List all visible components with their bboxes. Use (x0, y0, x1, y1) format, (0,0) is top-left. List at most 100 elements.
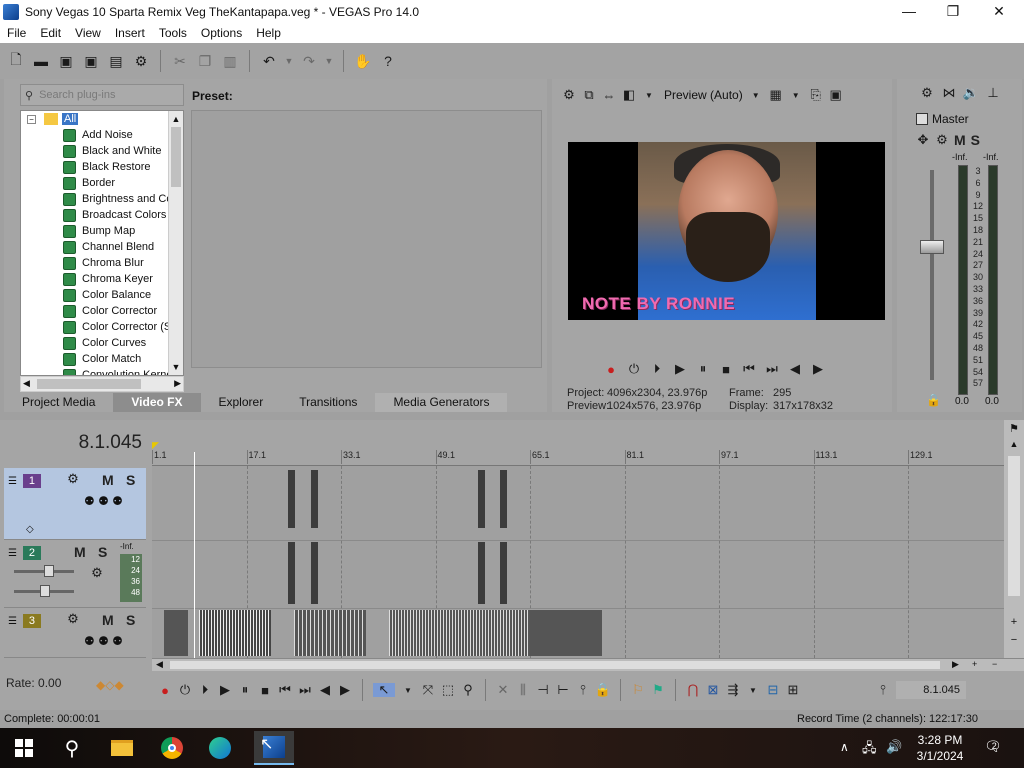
play-icon[interactable]: ▶ (218, 682, 232, 697)
track-header-1[interactable]: ☰ 1 ⚙ M S ⚉ ⚉ ⚉ ◇ (4, 468, 146, 540)
audio-clip[interactable] (478, 542, 485, 604)
envelope-tool-icon[interactable]: ⤧ (421, 682, 435, 697)
vscroll-thumb[interactable] (1008, 456, 1020, 596)
tab-transitions[interactable]: Transitions (281, 393, 375, 412)
master-solo-button[interactable]: S (971, 132, 980, 148)
zoom-in-icon[interactable]: + (1004, 616, 1024, 628)
playhead-cursor[interactable] (194, 452, 195, 658)
cursor-timecode[interactable]: 8.1.045 (10, 432, 142, 454)
hscroll-thumb[interactable] (37, 379, 141, 389)
split-icon[interactable]: ⫯ (576, 682, 590, 697)
tab-video-fx[interactable]: Video FX (113, 393, 201, 412)
loop-icon[interactable]: ⏻ (627, 361, 641, 376)
track-motion-icon[interactable]: ⚉ ⚉ ⚉ (84, 634, 123, 648)
tree-horizontal-scrollbar[interactable]: ◀ ▶ (20, 376, 184, 392)
snapping-icon[interactable]: ⋂ (686, 682, 700, 697)
ignore-grouping-icon[interactable]: ⊞ (786, 682, 800, 697)
render-icon[interactable]: ▤ (106, 51, 126, 71)
video-clip[interactable] (389, 610, 529, 656)
rate-slider-icon[interactable]: ◆◇◆ (96, 678, 124, 692)
plugin-list-item[interactable]: Black and White (21, 143, 183, 159)
save-icon[interactable]: ▣ (56, 51, 76, 71)
minimize-button[interactable]: — (886, 0, 932, 23)
help-icon[interactable]: ? (378, 51, 398, 71)
track-fx-icon[interactable]: ⚙ (66, 611, 80, 626)
trim-end-icon[interactable]: ⊢ (556, 682, 570, 697)
volume-icon[interactable]: 🔊 (886, 739, 902, 755)
master-fx-icon[interactable]: ⚙ (935, 132, 949, 147)
preview-quality-select[interactable]: Preview (Auto) (664, 88, 743, 102)
menu-help[interactable]: Help (249, 26, 288, 40)
plugin-list-item[interactable]: Chroma Blur (21, 255, 183, 271)
notifications-icon[interactable]: 🗨2 (984, 738, 1007, 755)
overlays-grid-icon[interactable]: ▦ (769, 87, 783, 102)
mixer-settings-icon[interactable]: ⚙ (920, 85, 934, 100)
overlays-dropdown-icon[interactable]: ▼ (789, 88, 803, 102)
plugin-list-item[interactable]: Color Curves (21, 335, 183, 351)
paste-icon[interactable]: ▥ (220, 51, 240, 71)
audio-clip[interactable] (311, 542, 318, 604)
redo-dropdown-icon[interactable]: ▼ (324, 51, 334, 71)
close-button[interactable]: ✕ (976, 0, 1022, 23)
timeline-ruler[interactable]: 1.1 17.1 33.1 49.1 65.1 81.1 97.1 113.1 129.1 (152, 450, 1004, 466)
playback-rate[interactable]: Rate: 0.00 (6, 676, 61, 690)
downmix-icon[interactable]: ⋈ (942, 85, 956, 100)
menu-view[interactable]: View (68, 26, 108, 40)
edge-icon[interactable] (206, 734, 234, 762)
track-fx-icon[interactable]: ⚙ (66, 471, 80, 486)
windows-start-icon[interactable] (10, 734, 38, 762)
pan-slider-knob[interactable] (40, 585, 50, 597)
menu-edit[interactable]: Edit (33, 26, 68, 40)
menu-options[interactable]: Options (194, 26, 249, 40)
lock-envelopes-icon[interactable]: ⊟ (766, 682, 780, 697)
scroll-left-icon[interactable]: ◀ (156, 659, 163, 670)
auto-crossfade-icon[interactable]: ⊠ (706, 682, 720, 697)
record-icon[interactable]: ● (158, 683, 172, 698)
undo-icon[interactable]: ↶ (259, 51, 279, 71)
expand-keyframes-icon[interactable]: ◇ (26, 524, 34, 535)
zoom-in-horizontal-icon[interactable]: + (972, 659, 977, 669)
track-minimize-icon[interactable]: ☰ (8, 476, 17, 487)
next-frame-icon[interactable]: ▶ (338, 682, 352, 697)
zoom-tool-icon[interactable]: ⚲ (461, 682, 475, 697)
play-from-start-icon[interactable]: ⏵ (198, 682, 212, 697)
lock-events-icon[interactable]: 🔒 (595, 682, 611, 697)
lock-icon[interactable]: 🔒 (926, 393, 941, 407)
maximize-button[interactable]: ❐ (930, 0, 976, 23)
plugin-list-item[interactable]: Border (21, 175, 183, 191)
scroll-down-icon[interactable]: ▼ (169, 359, 183, 375)
track-mute-button[interactable]: M (102, 612, 114, 628)
plugin-list-item[interactable]: Channel Blend (21, 239, 183, 255)
ripple-dropdown-icon[interactable]: ▼ (746, 683, 760, 697)
track-header-3[interactable]: ☰ 3 ⚙ M S ⚉ ⚉ ⚉ (4, 608, 146, 658)
menu-tools[interactable]: Tools (152, 26, 194, 40)
loop-icon[interactable]: ⏻ (178, 682, 192, 697)
collapse-icon[interactable]: − (27, 114, 36, 124)
marker-icon[interactable]: ⚑ (1004, 422, 1024, 435)
copy-snapshot-icon[interactable]: ⎘ (809, 87, 823, 102)
split-view-icon[interactable]: ◧ (622, 87, 636, 102)
track-header-2[interactable]: ☰ 2 M S -Inf. ⚙ 12 24 36 48 (4, 540, 146, 608)
selection-tool-icon[interactable]: ⬚ (441, 682, 455, 697)
plugin-list-item[interactable]: Color Corrector (S (21, 319, 183, 335)
audio-clip[interactable] (288, 542, 295, 604)
video-clip[interactable] (311, 470, 318, 528)
go-to-start-icon[interactable]: ⏮ (278, 682, 292, 697)
go-to-end-icon[interactable]: ⏭ (765, 361, 779, 376)
timeline-horizontal-scrollbar[interactable]: ◀ ▶ + − (152, 658, 1024, 671)
video-clip[interactable] (199, 610, 271, 656)
previous-frame-icon[interactable]: ◀ (788, 361, 802, 376)
position-timecode[interactable]: 8.1.045 (896, 681, 966, 699)
scroll-right-icon[interactable]: ▶ (952, 659, 959, 670)
master-mute-button[interactable]: M (954, 132, 966, 148)
quality-dropdown-icon[interactable]: ▼ (749, 88, 763, 102)
vegas-hand-icon[interactable]: ✋ (353, 51, 373, 71)
tree-vertical-scrollbar[interactable]: ▲ ▼ (168, 111, 183, 375)
video-clip[interactable] (288, 470, 295, 528)
hscroll-thumb[interactable] (170, 661, 940, 669)
video-clip[interactable] (478, 470, 485, 528)
track-fx-icon[interactable]: ⚙ (90, 565, 104, 580)
tab-media-generators[interactable]: Media Generators (375, 393, 508, 412)
plugin-list-item[interactable]: Bump Map (21, 223, 183, 239)
save-as-icon[interactable]: ▣ (81, 51, 101, 71)
